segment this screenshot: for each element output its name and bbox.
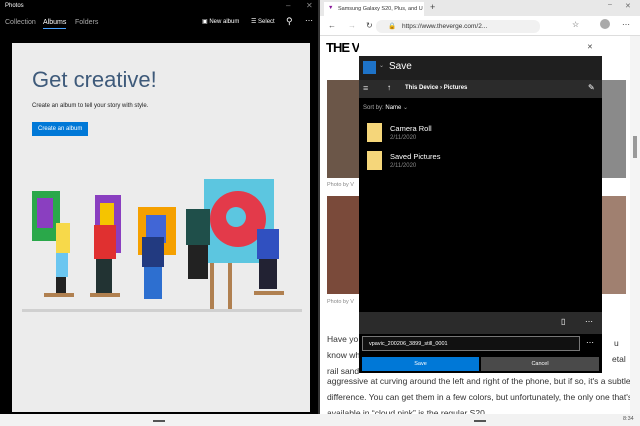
drag-handle[interactable] [474, 420, 486, 422]
sort-control[interactable]: Sort by: Name ⌄ [363, 104, 408, 111]
filename-input[interactable]: vpavic_200206_3899_still_0001 [362, 336, 580, 351]
breadcrumb: This Device › Pictures [405, 85, 468, 91]
close-button[interactable]: ✕ [306, 1, 313, 10]
account-icon[interactable]: ⚲ [286, 16, 293, 27]
dialog-titlebar: ✕ [359, 40, 602, 56]
tab-folders[interactable]: Folders [75, 19, 98, 26]
cancel-button[interactable]: Cancel [481, 357, 599, 371]
scrollbar[interactable] [630, 36, 640, 414]
lock-icon: 🔒 [388, 23, 397, 30]
folder-icon [367, 123, 382, 142]
photo-caption: Photo by V [327, 299, 354, 305]
dialog-header: ⌄ Save [359, 56, 602, 80]
more-options-icon[interactable]: ⋯ [586, 338, 594, 347]
clock: 8:34 [623, 416, 634, 422]
select-button[interactable]: ☰ Select [251, 18, 275, 25]
folder-item[interactable]: Saved Pictures 2/11/2020 [359, 148, 602, 174]
minimize-button[interactable]: – [608, 1, 612, 8]
save-dialog: ✕ ⌄ Save ≡ ↑ This Device › Pictures ✎ So… [359, 40, 602, 373]
tab-collection[interactable]: Collection [5, 19, 36, 26]
dialog-nav: ≡ ↑ This Device › Pictures ✎ [359, 80, 602, 98]
photos-app: Photos – ✕ Collection Albums Folders ▣ N… [0, 0, 318, 414]
article-image [602, 196, 626, 294]
dialog-title: Save [389, 61, 412, 72]
url-bar[interactable]: 🔒 https://www.theverge.com/2... [376, 20, 540, 33]
up-arrow-icon[interactable]: ↑ [387, 83, 391, 92]
refresh-icon[interactable]: ↻ [366, 21, 373, 30]
create-album-button[interactable]: Create an album [32, 122, 89, 136]
close-button[interactable]: ✕ [625, 2, 631, 10]
verge-logo: THE V [326, 40, 360, 55]
back-icon[interactable]: ← [328, 21, 336, 30]
folder-icon [367, 151, 382, 170]
app-title: Photos [5, 3, 24, 9]
article-image [327, 196, 359, 294]
hero-subtitle: Create an album to tell your story with … [32, 103, 149, 109]
hamburger-icon[interactable]: ≡ [363, 83, 368, 93]
save-button[interactable]: Save [362, 357, 479, 371]
minimize-button[interactable]: – [286, 1, 290, 10]
scrollbar-thumb[interactable] [633, 136, 637, 158]
empty-state-card: Get creative! Create an album to tell yo… [12, 43, 310, 412]
new-tab-button[interactable]: + [430, 2, 435, 12]
browser-tab[interactable]: ▼ Samsung Galaxy S20, Plus, and U [324, 2, 424, 16]
file-explorer-icon [363, 61, 376, 74]
pencil-icon[interactable]: ✎ [588, 83, 595, 92]
article-fragment: etal [612, 354, 626, 364]
breadcrumb-item[interactable]: Pictures [444, 85, 468, 91]
favorites-icon[interactable]: ☆ [572, 20, 579, 29]
photo-caption: Photo by V [327, 182, 354, 188]
dialog-toolbar: ▯ ⋯ [359, 312, 602, 334]
chevron-down-icon[interactable]: ⌄ [379, 62, 384, 69]
more-icon[interactable]: ⋯ [622, 20, 630, 29]
breadcrumb-item[interactable]: This Device [405, 85, 438, 91]
taskbar: 8:34 [0, 414, 640, 426]
address-toolbar: ← → ↻ 🔒 https://www.theverge.com/2... ☆ ⋯ [320, 16, 640, 36]
article-image [327, 80, 359, 178]
gallery-illustration [22, 179, 302, 312]
device-icon[interactable]: ▯ [561, 317, 565, 326]
dialog-close-button[interactable]: ✕ [587, 43, 593, 51]
hero-title: Get creative! [32, 67, 157, 92]
profile-avatar[interactable] [600, 19, 610, 29]
drag-handle[interactable] [153, 420, 165, 422]
more-icon[interactable]: ⋯ [585, 317, 593, 326]
verge-favicon-icon: ▼ [328, 5, 334, 11]
folder-item[interactable]: Camera Roll 2/11/2020 [359, 120, 602, 146]
tab-albums[interactable]: Albums [43, 19, 67, 29]
more-icon[interactable]: ⋯ [305, 16, 313, 25]
article-image [602, 80, 626, 178]
new-album-button[interactable]: ▣ New album [202, 18, 239, 25]
forward-icon[interactable]: → [348, 21, 356, 30]
tab-bar: ▼ Samsung Galaxy S20, Plus, and U + – ✕ [320, 0, 640, 16]
chevron-down-icon: ⌄ [403, 105, 409, 111]
select-icon: ☰ [251, 19, 259, 25]
